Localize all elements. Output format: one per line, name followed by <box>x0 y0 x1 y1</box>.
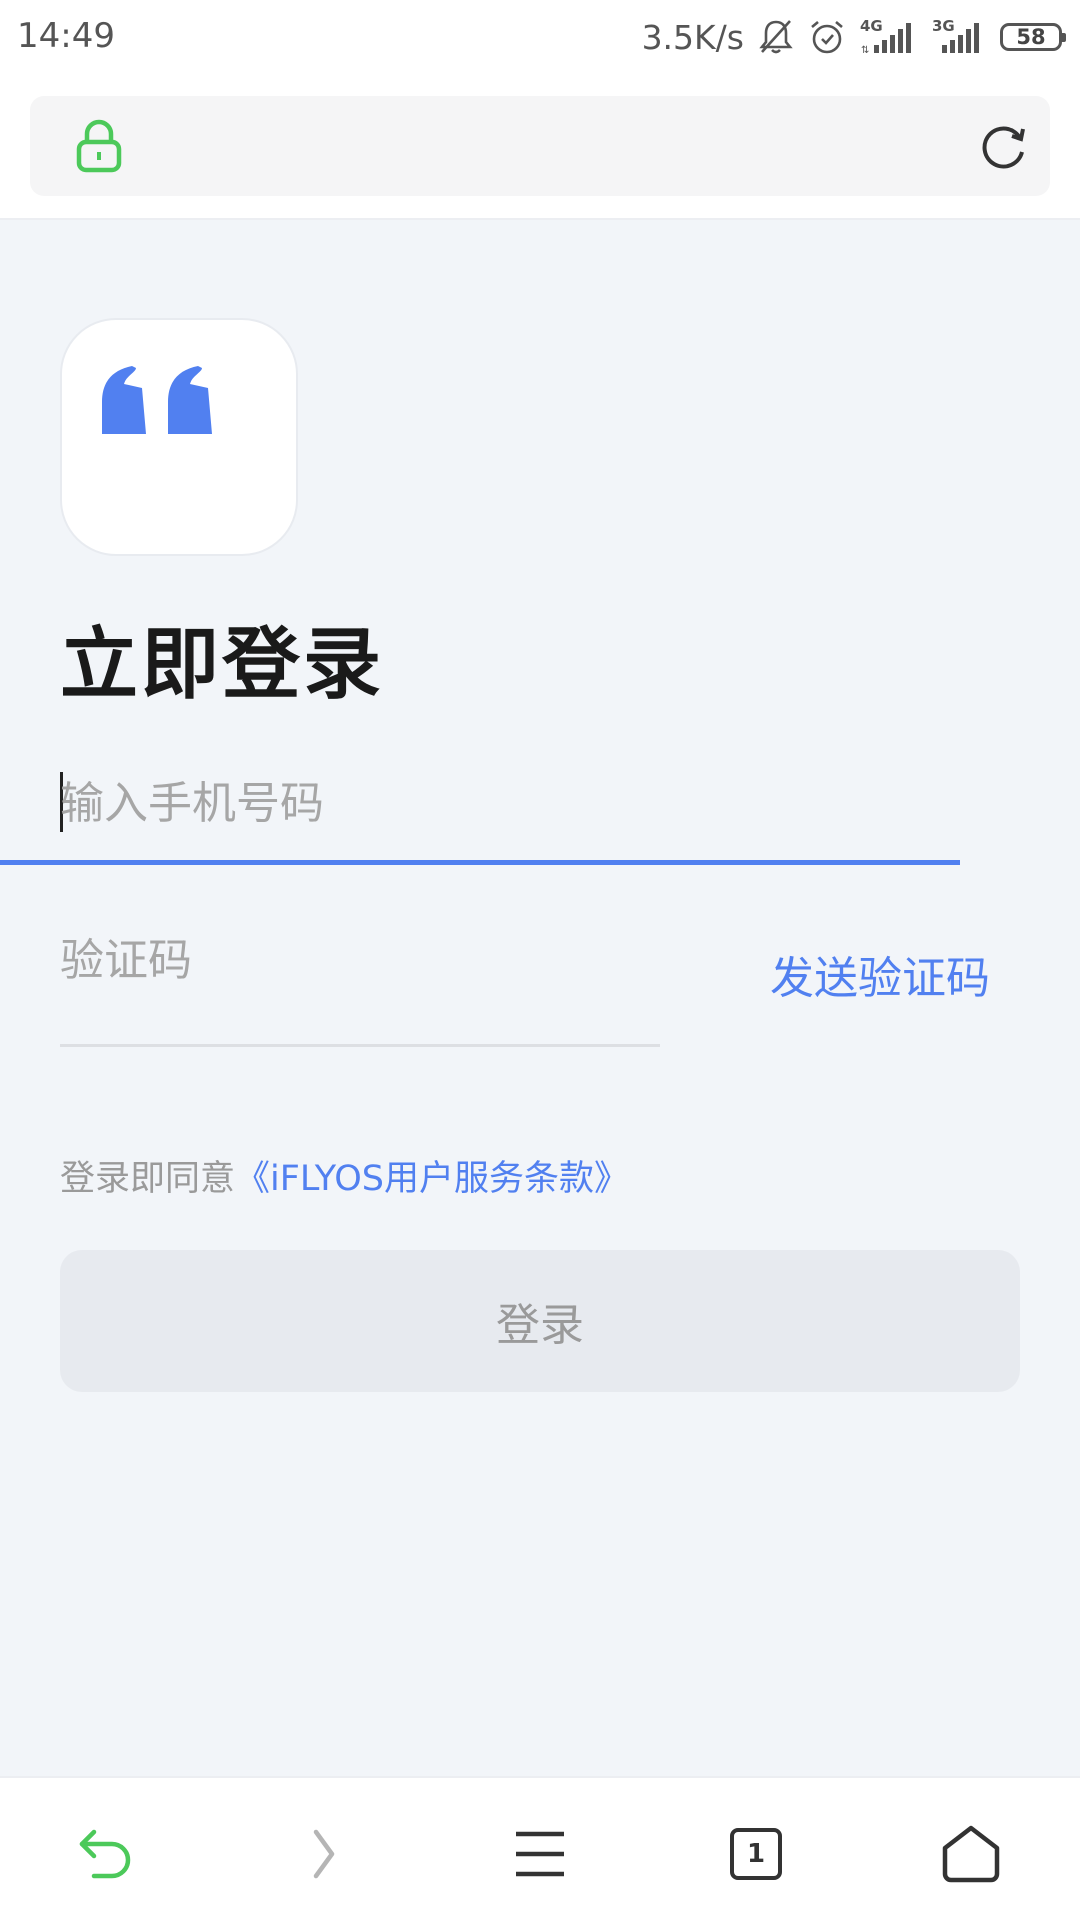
svg-text:⇅: ⇅ <box>861 45 869 55</box>
status-time: 14:49 <box>17 16 115 56</box>
forward-button[interactable] <box>284 1814 364 1894</box>
signal-3g: 3G <box>932 17 986 55</box>
battery-indicator: 58 <box>1000 23 1066 51</box>
menu-button[interactable] <box>500 1814 580 1894</box>
phone-field[interactable] <box>60 750 1020 860</box>
menu-icon <box>516 1831 564 1877</box>
status-bar: 14:49 3.5K/s 4G ⇅ 3G 58 <box>0 0 1080 74</box>
status-indicators: 3.5K/s 4G ⇅ 3G 58 <box>641 14 1066 60</box>
home-icon <box>942 1825 1000 1883</box>
agreement-prefix: 登录即同意 <box>60 1159 236 1199</box>
network-speed: 3.5K/s <box>641 17 744 57</box>
mute-bell-icon <box>758 18 794 56</box>
back-button[interactable] <box>66 1814 146 1894</box>
back-icon <box>79 1829 131 1879</box>
login-page: 立即登录 发送验证码 登录即同意《iFLYOS用户服务条款》 登录 <box>0 220 1080 1776</box>
phone-underline <box>0 860 960 865</box>
quote-logo-icon <box>102 366 212 434</box>
code-underline <box>60 1044 660 1047</box>
send-code-button[interactable]: 发送验证码 <box>770 942 990 1006</box>
signal-4g: 4G ⇅ <box>860 17 918 55</box>
browser-toolbar <box>0 74 1080 220</box>
tabs-icon: 1 <box>730 1828 782 1880</box>
lock-icon[interactable] <box>74 118 124 178</box>
agreement-text: 登录即同意《iFLYOS用户服务条款》 <box>60 1150 629 1201</box>
page-title: 立即登录 <box>60 620 385 710</box>
app-logo <box>60 318 298 556</box>
login-button[interactable]: 登录 <box>60 1250 1020 1392</box>
reload-icon[interactable] <box>976 120 1030 178</box>
alarm-icon <box>808 18 846 56</box>
phone-input[interactable] <box>60 770 1020 836</box>
terms-link[interactable]: 《iFLYOS用户服务条款》 <box>235 1159 629 1199</box>
browser-bottom-nav: 1 <box>0 1776 1080 1920</box>
home-button[interactable] <box>931 1814 1011 1894</box>
tabs-button[interactable]: 1 <box>716 1814 796 1894</box>
address-bar[interactable] <box>30 96 1050 196</box>
verification-code-input[interactable] <box>60 925 650 995</box>
forward-icon <box>313 1829 335 1879</box>
